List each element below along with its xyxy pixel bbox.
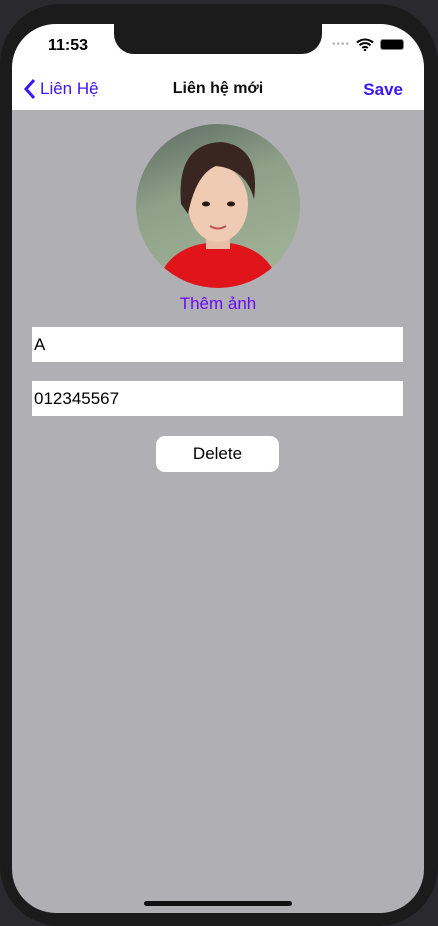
avatar-photo [156, 142, 280, 288]
battery-icon [380, 39, 404, 50]
wifi-icon [356, 38, 374, 51]
navigation-bar: 11:53 •••• Liên Hệ Liên hệ mới Save [12, 24, 424, 110]
status-time: 11:53 [48, 37, 89, 54]
page-title: Liên hệ mới [172, 80, 264, 97]
add-photo-button[interactable]: Thêm ảnh [12, 294, 424, 314]
delete-button[interactable]: Delete [156, 436, 279, 472]
screen: 11:53 •••• Liên Hệ Liên hệ mới Save Thêm… [12, 24, 424, 913]
avatar[interactable] [136, 124, 300, 288]
signal-icon: •••• [331, 39, 350, 50]
save-button[interactable]: Save [363, 80, 403, 100]
name-input[interactable] [32, 327, 403, 362]
status-icons: •••• [332, 38, 404, 51]
notch [114, 24, 322, 54]
phone-input[interactable] [32, 381, 403, 416]
home-indicator [144, 901, 292, 906]
